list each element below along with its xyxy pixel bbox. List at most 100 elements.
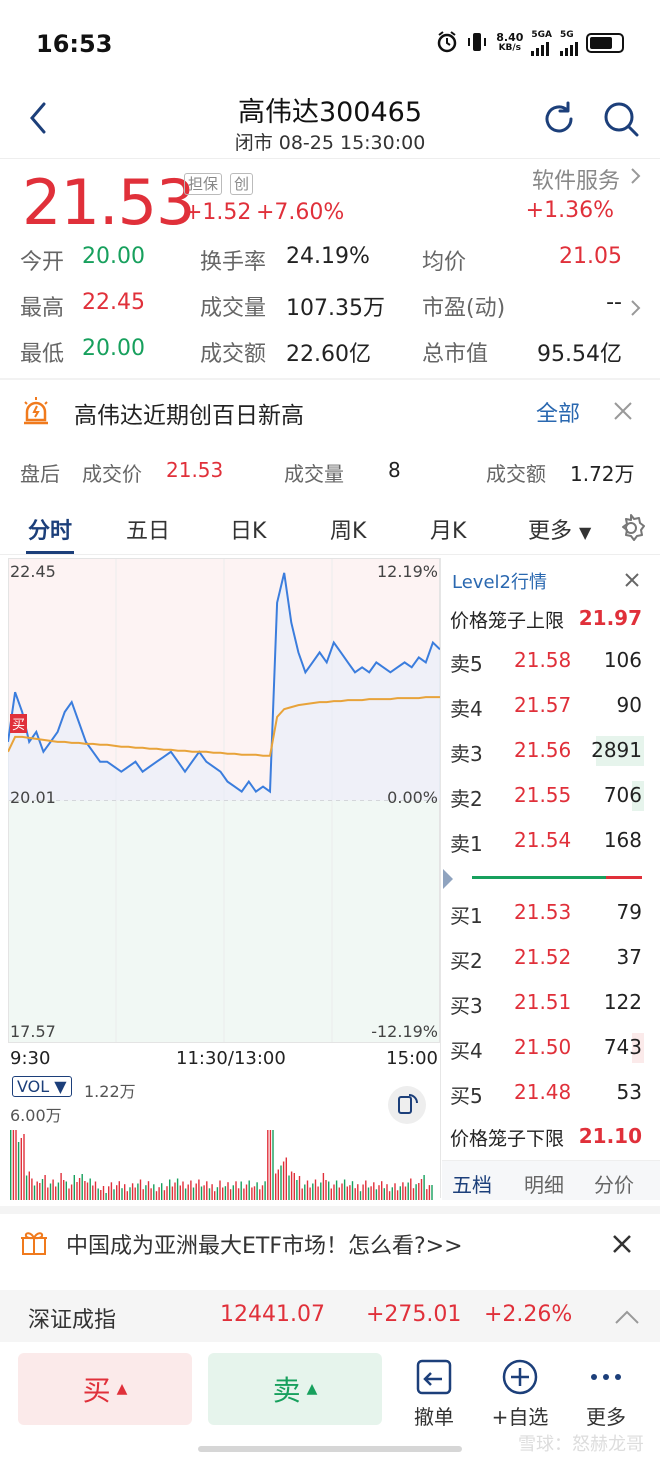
volume-bar [290,1171,293,1200]
buy-marker: 买 [10,714,28,733]
tab-more[interactable]: 更多 ▼ [528,513,591,545]
tab-intraday[interactable]: 分时 [28,513,72,545]
index-pct: +2.26% [484,1302,573,1327]
volume-bar [296,1180,298,1200]
bid-row[interactable]: 买5 21.48 53 [442,1074,660,1116]
buy-button[interactable]: 买 ▲ [18,1353,192,1425]
volume-bar [192,1187,195,1200]
level-volume: 106 [603,648,642,672]
tab-five-day[interactable]: 五日 [126,513,170,545]
volume-bar [282,1161,285,1200]
status-bar: 16:53 8.40 KB/s 5GA 5G [0,0,660,88]
ask-row[interactable]: 卖2 21.55 706 [442,777,660,819]
rotate-screen-icon[interactable] [388,1086,426,1124]
signal-icon: 5GA [531,30,552,56]
bid-row[interactable]: 买1 21.53 79 [442,894,660,936]
volume-bar [232,1185,234,1200]
volume-bar [423,1175,425,1200]
sell-button[interactable]: 卖 ▲ [208,1353,382,1425]
volume-bar [116,1185,118,1200]
level-price: 21.55 [514,783,572,807]
search-icon[interactable] [602,100,640,142]
tab-day-k[interactable]: 日K [230,513,266,545]
add-watchlist-button[interactable]: +自选 [480,1357,560,1430]
upper-limit-label: 价格笼子上限 [450,610,565,632]
volume-bar [137,1183,139,1200]
volume-bar [357,1184,359,1200]
index-ticker[interactable]: 深证成指 12441.07 +275.01 +2.26% [0,1290,660,1342]
promo-banner[interactable]: 中国成为亚洲最大ETF市场！怎么看?>> [0,1216,660,1272]
volume-bar [31,1178,33,1200]
volume-bar [28,1171,30,1200]
level-label: 买3 [450,994,483,1018]
close-icon[interactable] [612,400,634,426]
upper-limit-row: 价格笼子上限 21.97 [442,600,660,642]
volume-bar [248,1180,250,1200]
expand-stats-chevron-icon[interactable] [630,298,642,322]
volume-bar [280,1165,282,1200]
level-label: 卖2 [450,787,483,811]
tab-week-k[interactable]: 周K [330,513,366,545]
ask-row[interactable]: 卖3 21.56 2891 [442,732,660,774]
level-price: 21.53 [514,900,572,924]
volume-bar [190,1180,192,1200]
settings-gear-icon[interactable] [616,513,646,547]
net-speed: 8.40 KB/s [496,32,523,54]
volume-indicator-dropdown[interactable]: VOL ▼ [12,1076,72,1097]
tab-more-label: 更多 [528,519,573,544]
volume-bar [113,1189,115,1200]
spread-bar-ask [606,876,642,879]
after-amount: 1.72万 [570,462,635,486]
level-volume: 53 [616,1080,642,1104]
news-all-link[interactable]: 全部 [536,396,580,428]
more-button[interactable]: 更多 [566,1357,646,1430]
volume-bar [102,1186,105,1200]
volume-bar [237,1188,240,1200]
volume-bar [338,1187,340,1200]
tab-month-k[interactable]: 月K [430,513,466,545]
stat-row: 最低 20.00 成交额 22.60亿 总市值 95.54亿 [0,336,660,376]
ask-row[interactable]: 卖1 21.54 168 [442,822,660,864]
x-label-open: 9:30 [10,1048,51,1069]
volume-bar [341,1183,343,1200]
intraday-chart[interactable]: 22.45 20.01 17.57 12.19% 0.00% -12.19% 买 [8,558,440,1043]
order-book-tabs: 五档 明细 分价 [442,1160,660,1200]
volume-bar [174,1182,176,1200]
volume-bar [272,1130,274,1200]
volume-bar [126,1191,128,1200]
volume-bar [84,1181,86,1200]
volume-chart[interactable]: VOL ▼ 1.22万 6.00万 [8,1072,440,1200]
close-icon[interactable] [612,1234,632,1258]
volume-bar [203,1185,205,1200]
volume-bar [365,1180,367,1200]
level-price: 21.51 [514,990,572,1014]
bid-row[interactable]: 买2 21.52 37 [442,939,660,981]
bid-row[interactable]: 买4 21.50 743 [442,1029,660,1071]
dropdown-triangle-icon: ▼ [579,523,592,542]
volume-bar [320,1182,322,1200]
tab-detail[interactable]: 明细 [524,1169,564,1198]
tab-price-split[interactable]: 分价 [594,1169,634,1198]
ask-row[interactable]: 卖5 21.58 106 [442,642,660,684]
home-indicator[interactable] [198,1446,462,1452]
alarm-icon [436,30,458,56]
net-speed-unit: KB/s [498,43,522,53]
volume-bar [163,1190,166,1200]
chevron-up-icon[interactable] [614,1306,640,1331]
intraday-chart-svg [8,558,440,1043]
news-bar[interactable]: 高伟达近期创百日新高 全部 [0,380,660,442]
buy-label: 买 [82,1374,111,1407]
refresh-icon[interactable] [540,100,578,142]
stat-label: 最高 [20,296,65,321]
collapse-triangle-icon[interactable] [442,868,454,894]
close-icon[interactable] [624,572,640,592]
cancel-order-button[interactable]: 撤单 [394,1357,474,1430]
volume-bar [261,1185,264,1200]
tab-five-level[interactable]: 五档 [452,1169,492,1198]
volume-bar [15,1130,17,1200]
volume-bar [12,1130,15,1200]
level-label: 买5 [450,1084,483,1108]
ask-row[interactable]: 卖4 21.57 90 [442,687,660,729]
lower-limit-value: 21.10 [578,1124,642,1148]
bid-row[interactable]: 买3 21.51 122 [442,984,660,1026]
